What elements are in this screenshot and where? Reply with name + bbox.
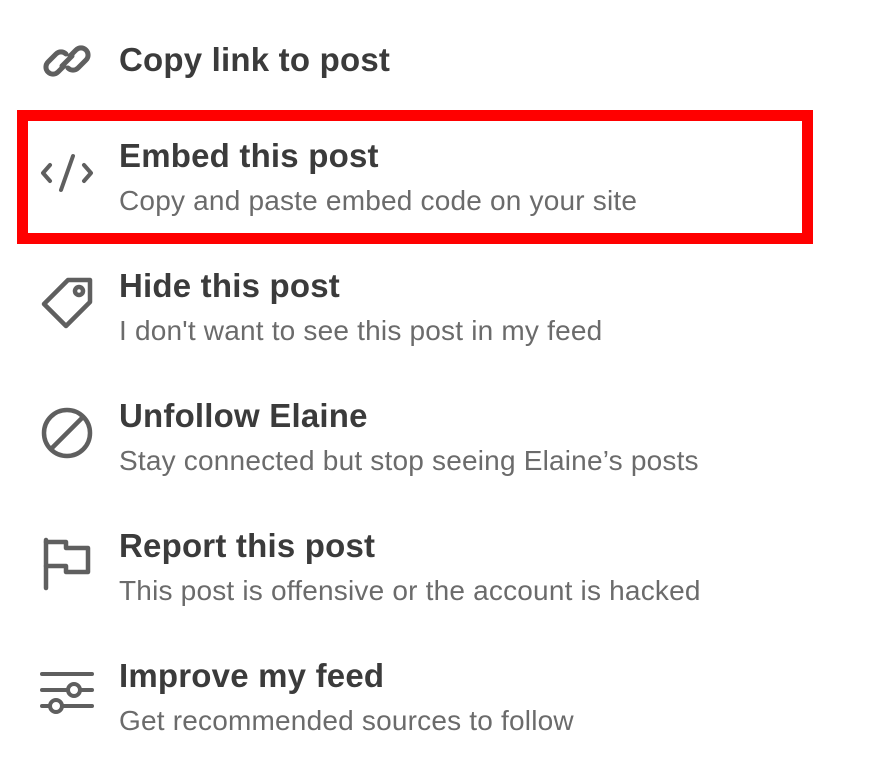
menu-item-embed[interactable]: Embed this post Copy and paste embed cod… (0, 128, 840, 220)
menu-item-subtitle: Stay connected but stop seeing Elaine’s … (119, 445, 699, 476)
code-icon (38, 144, 96, 202)
menu-item-title: Improve my feed (119, 657, 385, 694)
menu-item-report[interactable]: Report this post This post is offensive … (0, 518, 840, 610)
tag-icon (38, 274, 96, 332)
block-icon (38, 404, 96, 462)
menu-item-title: Hide this post (119, 267, 340, 304)
menu-item-title: Report this post (119, 527, 376, 564)
menu-item-unfollow[interactable]: Unfollow Elaine Stay connected but stop … (0, 388, 840, 480)
menu-item-improve-feed[interactable]: Improve my feed Get recommended sources … (0, 648, 840, 740)
menu-item-copy-link[interactable]: Copy link to post (0, 30, 840, 100)
menu-item-hide[interactable]: Hide this post I don't want to see this … (0, 258, 840, 350)
post-options-menu: Copy link to post Embed this post Copy a… (0, 0, 882, 765)
menu-item-subtitle: Copy and paste embed code on your site (119, 185, 638, 216)
menu-item-title: Copy link to post (119, 41, 391, 78)
menu-item-title: Unfollow Elaine (119, 397, 368, 434)
menu-item-title: Embed this post (119, 137, 379, 174)
link-icon (38, 32, 96, 90)
menu-item-subtitle: This post is offensive or the account is… (119, 575, 701, 606)
flag-icon (38, 534, 96, 592)
menu-item-subtitle: I don't want to see this post in my feed (119, 315, 603, 346)
sliders-icon (38, 664, 96, 722)
menu-item-subtitle: Get recommended sources to follow (119, 705, 574, 736)
